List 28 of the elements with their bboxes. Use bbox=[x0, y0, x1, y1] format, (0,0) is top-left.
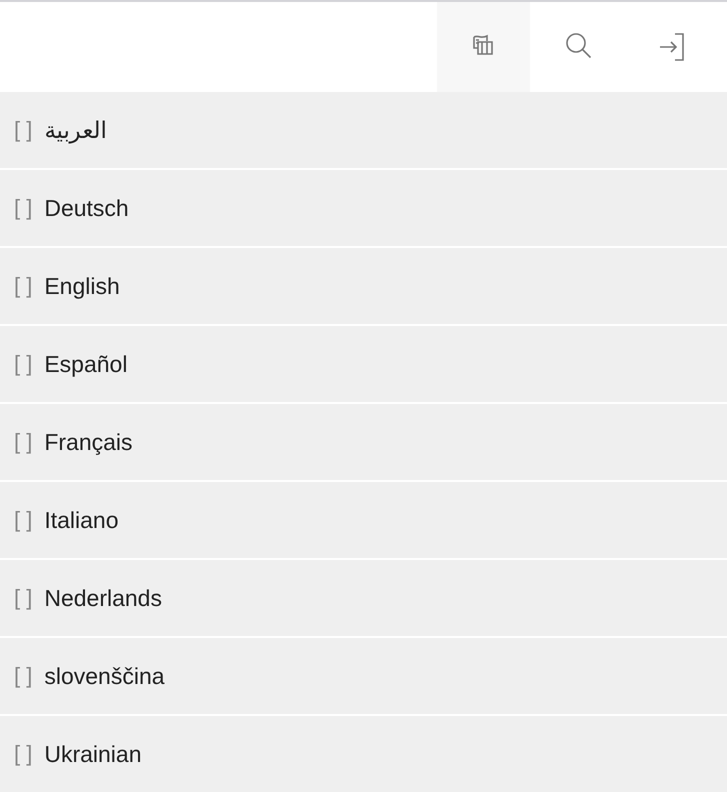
language-item[interactable]: [ ] Français bbox=[0, 404, 727, 480]
language-item[interactable]: [ ] English bbox=[0, 248, 727, 324]
language-item[interactable]: [ ] Italiano bbox=[0, 482, 727, 558]
bracket-marker: [ ] bbox=[14, 117, 32, 143]
language-item[interactable]: [ ] Deutsch bbox=[0, 170, 727, 246]
bracket-marker: [ ] bbox=[14, 585, 32, 611]
language-label: Français bbox=[44, 428, 133, 456]
bracket-marker: [ ] bbox=[14, 741, 32, 767]
bracket-marker: [ ] bbox=[14, 663, 32, 689]
language-item[interactable]: [ ] العربية bbox=[0, 92, 727, 168]
language-label: English bbox=[44, 272, 120, 300]
language-label: Deutsch bbox=[44, 194, 129, 222]
language-label: Nederlands bbox=[44, 584, 162, 612]
language-label: العربية bbox=[44, 116, 106, 144]
bracket-marker: [ ] bbox=[14, 507, 32, 533]
language-item[interactable]: [ ] slovenščina bbox=[0, 638, 727, 714]
language-item[interactable]: [ ] Ukrainian bbox=[0, 716, 727, 792]
toolbar-button[interactable] bbox=[437, 2, 530, 92]
bracket-marker: [ ] bbox=[14, 195, 32, 221]
bracket-marker: [ ] bbox=[14, 273, 32, 299]
language-label: Ukrainian bbox=[44, 740, 142, 768]
bracket-marker: [ ] bbox=[14, 351, 32, 377]
language-label: slovenščina bbox=[44, 662, 165, 690]
language-label: Italiano bbox=[44, 506, 119, 534]
bracket-marker: [ ] bbox=[14, 429, 32, 455]
language-label: Español bbox=[44, 350, 128, 378]
language-item[interactable]: [ ] Nederlands bbox=[0, 560, 727, 636]
language-item[interactable]: [ ] Español bbox=[0, 326, 727, 402]
